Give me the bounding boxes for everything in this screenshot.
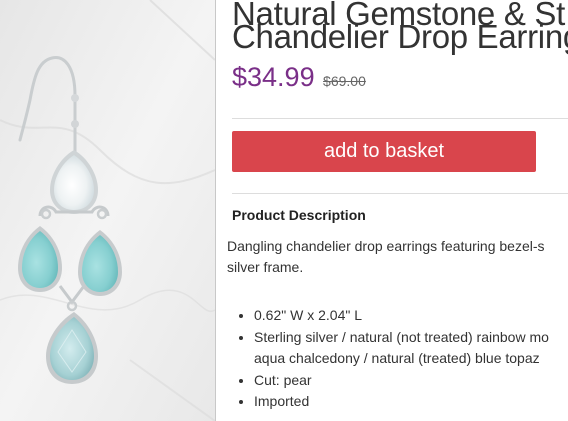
feature-item: Imported bbox=[254, 391, 549, 413]
feature-item: Sterling silver / natural (not treated) … bbox=[254, 327, 549, 370]
feature-item: 0.62" W x 2.04" L bbox=[254, 305, 549, 327]
product-title: Natural Gemstone & St Chandelier Drop Ea… bbox=[232, 0, 568, 55]
feature-materials-line1: Sterling silver / natural (not treated) … bbox=[254, 328, 549, 345]
earring-illustration bbox=[0, 0, 215, 421]
price-row: $34.99 $69.00 bbox=[232, 62, 366, 93]
product-page: Natural Gemstone & St Chandelier Drop Ea… bbox=[0, 0, 568, 421]
description-line1: Dangling chandelier drop earrings featur… bbox=[227, 238, 545, 254]
feature-cut: Cut: pear bbox=[254, 371, 312, 388]
current-price: $34.99 bbox=[232, 62, 315, 92]
product-description-heading: Product Description bbox=[232, 207, 366, 223]
description-line2: silver frame. bbox=[227, 259, 304, 275]
feature-materials-line2: aqua chalcedony / natural (treated) blue… bbox=[254, 350, 540, 366]
image-divider bbox=[215, 0, 216, 421]
product-features-list: 0.62" W x 2.04" L Sterling silver / natu… bbox=[232, 305, 549, 413]
feature-dimensions: 0.62" W x 2.04" L bbox=[254, 307, 362, 323]
original-price: $69.00 bbox=[323, 73, 366, 89]
product-description-text: Dangling chandelier drop earrings featur… bbox=[227, 236, 568, 278]
divider-top bbox=[232, 118, 568, 119]
product-title-line2: Chandelier Drop Earring bbox=[232, 18, 568, 55]
add-to-basket-button[interactable]: add to basket bbox=[232, 131, 536, 172]
feature-origin: Imported bbox=[254, 393, 310, 409]
product-image[interactable] bbox=[0, 0, 215, 421]
divider-bottom bbox=[232, 193, 568, 194]
feature-item: Cut: pear bbox=[254, 370, 549, 392]
